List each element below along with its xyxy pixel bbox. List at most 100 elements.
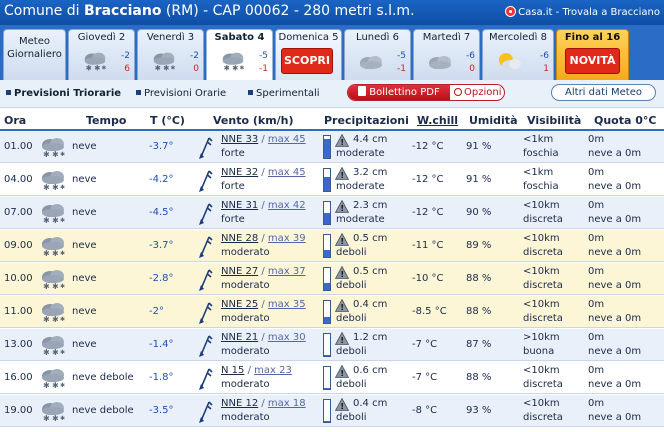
- tab-meteo[interactable]: Meteo Giornaliero: [3, 29, 66, 80]
- visibility-quality: foschia: [523, 181, 559, 192]
- svg-text:!: !: [340, 270, 344, 279]
- wind-arrow-icon: [197, 366, 213, 390]
- tab-temp-min: 0: [193, 64, 199, 74]
- altri-dati-meteo-button[interactable]: Altri dati Meteo: [551, 84, 656, 101]
- tab-luned-6[interactable]: Lunedì 6 -5 -1: [344, 29, 411, 80]
- wind-strength: forte: [221, 148, 245, 159]
- tab-domenica-5[interactable]: Domenica 5 SCOPRI: [275, 29, 342, 80]
- tab-fino-al-16[interactable]: Fino al 16 NOVITÀ: [556, 29, 629, 80]
- options-icon: [454, 88, 462, 96]
- cell-visibilita: <1km: [523, 134, 554, 145]
- cell-umidita: 93 %: [466, 405, 492, 416]
- visibility-quality: discreta: [523, 247, 563, 258]
- cell-quota-zero: 0m: [588, 398, 605, 409]
- wind-direction: NNE 31: [221, 200, 259, 211]
- title-suffix: (RM) - CAP 00062 - 280 metri s.l.m.: [161, 3, 415, 19]
- snow-level: neve a 0m: [588, 313, 642, 324]
- cell-tempo: neve: [72, 240, 97, 251]
- wind-arrow-icon: [197, 201, 213, 225]
- svg-text:✱: ✱: [60, 283, 65, 290]
- nav-label: Previsioni Orarie: [144, 88, 227, 99]
- bollettino-pdf-button[interactable]: Bollettino PDF: [348, 85, 450, 100]
- precipitation-intensity: deboli: [336, 280, 367, 291]
- wind-arrow-icon: [197, 135, 213, 159]
- cell-umidita: 91 %: [466, 141, 492, 152]
- snow-level: neve a 0m: [588, 280, 642, 291]
- svg-text:✱: ✱: [43, 282, 50, 290]
- wind-separator: /: [258, 134, 268, 145]
- wind-arrow-icon: [197, 168, 213, 192]
- table-row: 11.00 ✱ ✱ ✱ neve -2° NNE 25 / max 35 moderato! 0…: [0, 296, 664, 328]
- nav-label: Sperimentali: [256, 88, 320, 99]
- cell-precipitazioni: 1.2 cm: [353, 332, 388, 343]
- svg-text:!: !: [340, 303, 344, 312]
- svg-text:!: !: [340, 138, 344, 147]
- precipitation-bar-fill: [324, 250, 330, 257]
- casa-link[interactable]: Casa.it - Trovala a Bracciano: [505, 6, 660, 18]
- cell-precipitazioni: 2.3 cm: [353, 200, 388, 211]
- table-row: 10.00 ✱ ✱ ✱ neve -2.8° NNE 27 / max 37 moderato…: [0, 263, 664, 295]
- nav-previsioni-orarie[interactable]: Previsioni Orarie: [136, 88, 226, 99]
- cell-tempo: neve: [72, 141, 97, 152]
- col-temp: T (°C): [150, 114, 185, 127]
- precipitation-bar: [323, 267, 331, 291]
- wind-separator: /: [244, 365, 255, 376]
- table-row: 07.00 ✱ ✱ ✱ neve -4.5° NNE 31 / max 42 forte! 2.…: [0, 197, 664, 229]
- wind-arrow-icon: [197, 333, 213, 357]
- tab-venerd-3[interactable]: Venerdì 3 ✱ ✱ ✱ -2 0: [137, 29, 204, 80]
- cell-visibilita: <10km: [523, 365, 560, 376]
- tab-label: Venerdì 3: [146, 32, 195, 43]
- precipitation-bar: [323, 201, 331, 225]
- opzioni-label: Opzioni: [464, 87, 502, 98]
- precipitation-intensity: deboli: [336, 346, 367, 357]
- tab-mercoled-8[interactable]: Mercoledì 8 -6 1: [482, 29, 554, 80]
- snow-cloud-icon: ✱ ✱ ✱: [150, 50, 178, 74]
- precipitation-bar: [323, 234, 331, 258]
- tab-gioved-2[interactable]: Giovedì 2 ✱ ✱ ✱ -2 6: [68, 29, 135, 80]
- precipitation-intensity: deboli: [336, 412, 367, 423]
- cell-umidita: 88 %: [466, 273, 492, 284]
- opzioni-button[interactable]: Opzioni: [450, 85, 504, 100]
- cell-vento: NNE 33 / max 45: [221, 134, 306, 145]
- svg-text:!: !: [340, 171, 344, 180]
- warning-icon: !: [334, 133, 350, 147]
- svg-text:✱: ✱: [240, 64, 245, 71]
- tab-sabato-4[interactable]: Sabato 4 ✱ ✱ ✱ -5 -1: [206, 29, 273, 80]
- cell-tempo: neve: [72, 339, 97, 350]
- day-tabs: Meteo Giornaliero Giovedì 2 ✱ ✱ ✱ -2 6 Venerdì …: [0, 25, 664, 80]
- wind-max: max 18: [267, 398, 306, 409]
- scopri-button[interactable]: SCOPRI: [281, 48, 333, 74]
- svg-text:✱: ✱: [52, 414, 59, 422]
- tab-label: Meteo Giornaliero: [7, 36, 62, 60]
- bullet-icon: [248, 90, 253, 95]
- precipitation-bar-fill: [324, 316, 330, 323]
- svg-text:✱: ✱: [43, 315, 50, 323]
- svg-text:✱: ✱: [52, 381, 59, 389]
- tab-label: Mercoledì 8: [489, 32, 547, 43]
- tab-temp-min: 1: [543, 64, 549, 74]
- precipitation-intensity: moderate: [336, 148, 385, 159]
- cell-quota-zero: 0m: [588, 266, 605, 277]
- novita-button[interactable]: NOVITÀ: [565, 48, 620, 74]
- snow-level: neve a 0m: [588, 412, 642, 423]
- snow-cloud-icon: ✱ ✱ ✱: [38, 235, 68, 258]
- cell-wind-chill: -12 °C: [412, 174, 444, 185]
- snow-level: neve a 0m: [588, 346, 642, 357]
- tab-marted-7[interactable]: Martedì 7 -6 0: [413, 29, 480, 80]
- tab-label: Fino al 16: [564, 32, 621, 43]
- col-wchill[interactable]: W.chill: [417, 114, 458, 127]
- svg-text:✱: ✱: [155, 63, 161, 72]
- cell-umidita: 90 %: [466, 207, 492, 218]
- nav-previsioni-triorarie[interactable]: Previsioni Triorarie: [6, 88, 121, 99]
- cell-quota-zero: 0m: [588, 134, 605, 145]
- cell-ora: 16.00: [4, 372, 33, 383]
- snow-cloud-icon: ✱ ✱ ✱: [38, 334, 68, 357]
- cell-wind-chill: -7 °C: [412, 339, 438, 350]
- wind-strength: moderato: [221, 379, 270, 390]
- precipitation-bar: [323, 168, 331, 192]
- wind-max: max 39: [267, 233, 306, 244]
- wind-separator: /: [258, 299, 268, 310]
- svg-text:✱: ✱: [52, 348, 59, 356]
- cell-precipitazioni: 4.4 cm: [353, 134, 388, 145]
- nav-sperimentali[interactable]: Sperimentali: [248, 88, 320, 99]
